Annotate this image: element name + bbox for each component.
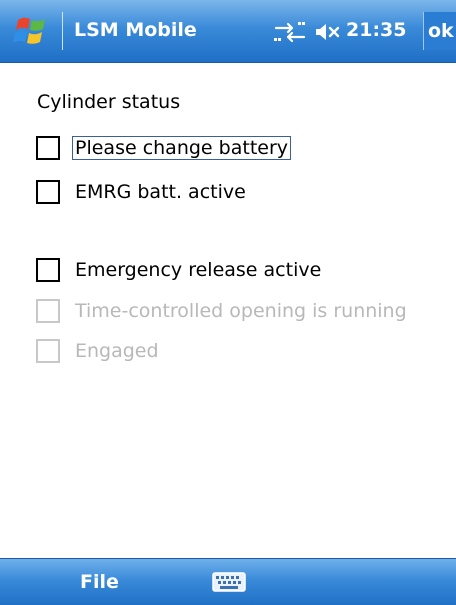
emrg-batt-checkbox[interactable]: [36, 180, 60, 204]
emergency-release-checkbox[interactable]: [36, 258, 60, 282]
checkbox-row-engaged: Engaged: [36, 336, 162, 366]
checkbox-row-emrg-batt[interactable]: EMRG batt. active: [36, 177, 249, 207]
emrg-batt-label[interactable]: EMRG batt. active: [72, 180, 249, 204]
engaged-label: Engaged: [75, 340, 159, 362]
screen: LSM Mobile 21:35 ok Cylinder status Plea…: [0, 0, 456, 605]
windows-start-icon[interactable]: [12, 12, 52, 50]
connectivity-icon[interactable]: [272, 20, 308, 44]
section-title: Cylinder status: [37, 91, 181, 113]
title-divider: [62, 12, 63, 50]
engaged-checkbox: [36, 339, 60, 363]
emergency-release-label[interactable]: Emergency release active: [72, 258, 324, 282]
checkbox-row-change-battery[interactable]: Please change battery: [36, 133, 292, 163]
checkbox-row-time-controlled: Time-controlled opening is running: [36, 296, 410, 326]
app-title: LSM Mobile: [74, 19, 197, 41]
volume-muted-icon[interactable]: [314, 21, 342, 43]
time-controlled-label: Time-controlled opening is running: [75, 300, 407, 322]
ok-button[interactable]: ok: [423, 12, 456, 50]
change-battery-checkbox[interactable]: [36, 136, 60, 160]
clock[interactable]: 21:35: [346, 19, 406, 41]
change-battery-label[interactable]: Please change battery: [72, 136, 292, 160]
checkbox-row-emergency-release[interactable]: Emergency release active: [36, 255, 324, 285]
menu-bar: File: [0, 558, 456, 605]
title-bar: LSM Mobile 21:35 ok: [0, 0, 456, 63]
keyboard-icon[interactable]: [212, 572, 246, 592]
file-menu-button[interactable]: File: [80, 571, 119, 593]
time-controlled-checkbox: [36, 299, 60, 323]
content-area: Cylinder status Please change battery EM…: [0, 63, 456, 558]
